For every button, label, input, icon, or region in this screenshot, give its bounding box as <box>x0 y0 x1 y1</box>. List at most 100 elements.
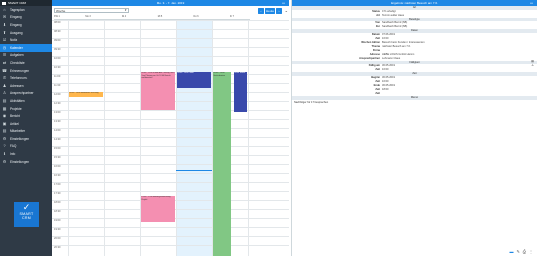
calendar-event[interactable]: 09:30 - 10:00 Mitarbeiter Schulung <box>69 92 103 97</box>
sidebar-item[interactable]: ▦ Projekte <box>0 105 52 113</box>
sidebar-item[interactable]: ⚙ Einstellungen <box>0 158 52 166</box>
time-label: 13:00 <box>54 111 61 114</box>
sidebar-item-icon: ? <box>3 143 6 149</box>
calendar-toolbar: Woche ▼ ‹ Heute › ⌄ <box>52 6 289 15</box>
sidebar-item-label: Aktivitäten <box>10 98 25 103</box>
more-vertical-icon[interactable]: ⋮ <box>529 249 533 254</box>
time-row-line <box>52 65 289 66</box>
sidebar-item-icon: ▦ <box>2 105 7 111</box>
calendar-range-title: Mo. 3. - 7. Jan. 2019 <box>156 1 185 5</box>
sidebar-item[interactable]: ♟ Adressen <box>0 82 52 90</box>
sidebar-item-icon: ☑ <box>2 37 7 43</box>
hamburger-menu-icon[interactable] <box>2 1 6 5</box>
sidebar-item[interactable]: ⬇ Eingang <box>0 21 52 29</box>
time-label: 20:00 <box>54 237 61 240</box>
sidebar-item[interactable]: ◉ Bericht <box>0 112 52 120</box>
sidebar-item-label: Checkliste <box>10 60 25 65</box>
calendar-event[interactable]: 09:00 Termin <box>233 72 247 112</box>
sidebar-item[interactable]: ✉ Eingang <box>0 14 52 22</box>
sidebar-item-icon: ⌂ <box>3 6 6 12</box>
sidebar-item-icon: ⚙ <box>2 135 7 141</box>
sidebar-item[interactable]: ⌂ Tagesplan <box>0 6 52 14</box>
sidebar-item[interactable]: ☑ Notiz <box>0 36 52 44</box>
edit-icon[interactable]: ✎ <box>516 249 519 254</box>
time-label: 09:00 <box>54 39 61 42</box>
next-week-button[interactable]: › <box>276 7 282 14</box>
time-label: 15:00 <box>54 147 61 150</box>
save-icon[interactable]: ▬ <box>509 249 513 254</box>
sidebar-item[interactable]: ▤ Aktivitäten <box>0 97 52 105</box>
detail-field[interactable]: Art Termin außer Haus <box>292 14 537 18</box>
time-row-line <box>52 128 289 129</box>
detail-actions: ▬ ✎ ⎙ ⋮ <box>509 249 533 254</box>
sidebar-item[interactable]: ? FAQ <box>0 143 52 151</box>
calendar-pane: Mo. 3. - 7. Jan. 2019 ••• Woche ▼ ‹ Heut… <box>52 0 289 256</box>
sidebar-item[interactable]: ℹ Info <box>0 150 52 158</box>
chevron-down-icon[interactable]: ⌄ <box>285 8 288 13</box>
sidebar-item-label: Einstellungen <box>10 136 30 141</box>
field-label: Zeit <box>375 68 380 72</box>
sidebar-item-label: Adressen <box>10 83 24 88</box>
field-label: Zeit <box>375 91 380 95</box>
sidebar-item[interactable]: ☎ Erinnerungen <box>0 67 52 75</box>
chevron-down-icon: ▼ <box>124 9 127 12</box>
app-title: SMART CRM <box>8 1 27 5</box>
field-value: 16:00 <box>382 68 389 72</box>
sidebar-item-label: Aufgaben <box>10 53 24 58</box>
calendar-event[interactable]: 09:00 - 10:00 Team <box>177 72 211 88</box>
sidebar-item-icon: ▤ <box>2 128 7 134</box>
time-row-line <box>52 182 289 183</box>
sidebar-item-label: Telefonnum. <box>10 76 28 81</box>
prev-week-button[interactable]: ‹ <box>258 7 264 14</box>
sidebar-item-icon: ℹ <box>3 151 6 157</box>
sidebar-item-icon: ☎ <box>2 67 7 73</box>
time-label: 11:00 <box>54 75 61 78</box>
sidebar-item[interactable]: ⇄ Checkliste <box>0 59 52 67</box>
time-label: 08:00 <box>54 21 61 24</box>
sidebar-item-icon: ◷ <box>2 44 7 50</box>
sidebar-item[interactable]: ⬆ Ausgang <box>0 29 52 37</box>
sidebar-item-label: Einstellungen <box>10 159 30 164</box>
time-label: 14:30 <box>54 138 61 141</box>
calendar-event[interactable]: 09:00 - 20:00 Vertriebsreise <box>213 72 231 256</box>
field-value: Sandbach Bernd (SB) <box>382 25 408 29</box>
time-label: 17:00 <box>54 183 61 186</box>
sidebar-item-icon: ☰ <box>2 52 7 58</box>
sidebar-item[interactable]: ◷ Kalender <box>0 43 52 52</box>
view-select[interactable]: Woche ▼ <box>54 8 129 13</box>
time-label: 14:00 <box>54 129 61 132</box>
calendar-grid[interactable]: 08:00 08:30 09:00 09:30 10:00 10:30 11:00 11:30… <box>52 20 289 256</box>
calendar-event[interactable]: 09:00 - 12:00 Kunde ABC Vertrag Test / T… <box>141 72 175 110</box>
sidebar-item-label: Info <box>10 152 16 157</box>
sidebar-item[interactable]: ▤ Mitarbeiter <box>0 128 52 136</box>
sidebar-item-label: Eingang <box>10 22 22 27</box>
current-time-indicator <box>176 170 212 171</box>
sidebar-item-icon: ⇄ <box>2 59 7 65</box>
print-icon[interactable]: ⎙ <box>523 249 526 254</box>
time-label: 18:00 <box>54 201 61 204</box>
time-label: 12:30 <box>54 102 61 105</box>
time-row-line <box>52 236 289 237</box>
contact-icon[interactable]: ♙ <box>531 63 534 67</box>
sidebar-item-label: Ausgang <box>10 30 23 35</box>
sidebar-item[interactable]: ☰ Aufgaben <box>0 52 52 60</box>
time-label: 10:30 <box>54 66 61 69</box>
time-label: 08:30 <box>54 30 61 33</box>
time-label: 13:30 <box>54 120 61 123</box>
sidebar-item[interactable]: ⚙ Einstellungen <box>0 135 52 143</box>
calendar-event[interactable]: 15:30 - 17:00 Meeting Entwicklung Projek… <box>141 196 175 222</box>
more-icon[interactable]: ••• <box>530 0 533 6</box>
smart-crm-logo: ✓ SMART CRM <box>14 202 39 227</box>
time-row-line <box>52 110 289 111</box>
detail-header: Ergebnis: nächster Besuch am 7.6. ••• <box>292 0 537 6</box>
time-label: 12:00 <box>54 93 61 96</box>
sidebar-item[interactable]: ▣ Artikel <box>0 120 52 128</box>
field-value: Lehmann Claus <box>382 56 401 60</box>
sidebar-item[interactable]: ♙ Ansprechpartner <box>0 90 52 98</box>
sidebar-item-icon: ▤ <box>2 97 7 103</box>
sidebar-item[interactable]: ✆ Telefonnum. <box>0 74 52 82</box>
time-row-line <box>52 227 289 228</box>
time-row-line <box>52 164 289 165</box>
sidebar-item-label: Projekte <box>10 106 22 111</box>
today-button[interactable]: Heute <box>265 7 275 14</box>
